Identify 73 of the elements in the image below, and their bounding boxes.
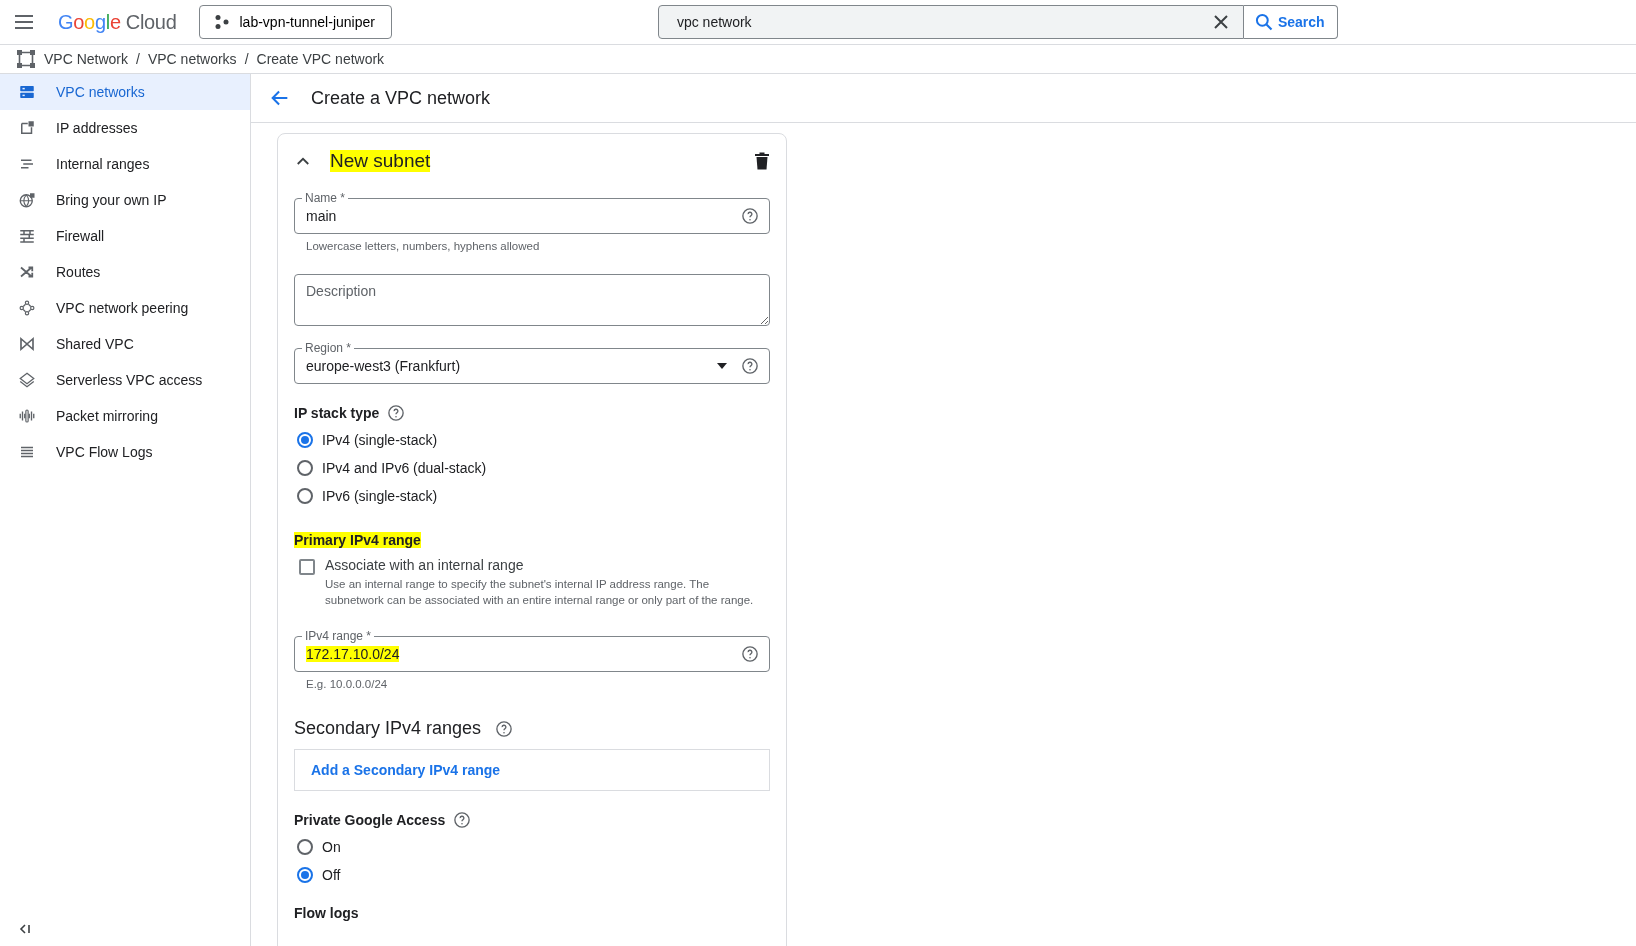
server-stack-icon: [18, 83, 36, 101]
radio-label: IPv6 (single-stack): [322, 488, 438, 504]
section-label: Primary IPv4 range: [294, 532, 421, 548]
signal-bars-icon: [18, 407, 36, 425]
search-input[interactable]: vpc network: [674, 13, 1211, 31]
help-icon[interactable]: [387, 404, 406, 422]
search-icon: [1253, 12, 1274, 32]
subnet-title: New subnet: [330, 150, 431, 172]
logo[interactable]: Google Cloud: [58, 10, 177, 34]
firewall-icon: [18, 227, 36, 245]
sidebar-item[interactable]: Serverless VPC access: [0, 362, 250, 398]
field-hint: E.g. 10.0.0.0/24: [305, 677, 389, 690]
region-dropdown[interactable]: Region * europe-west3 (Frankfurt): [294, 340, 770, 384]
radio-label: On: [322, 839, 341, 855]
help-icon[interactable]: [741, 357, 759, 375]
name-input[interactable]: main: [306, 208, 741, 224]
checkbox-label: Associate with an internal range: [325, 557, 525, 573]
field-label: Name *: [302, 191, 348, 205]
layers-icon: [18, 371, 36, 389]
sidebar-item[interactable]: Internal ranges: [0, 146, 250, 182]
sidebar-item[interactable]: VPC networks: [0, 74, 250, 110]
address-icon: [18, 119, 36, 137]
sidebar-item[interactable]: VPC network peering: [0, 290, 250, 326]
sidebar-item[interactable]: Packet mirroring: [0, 398, 250, 434]
radio-label: IPv4 (single-stack): [322, 432, 438, 448]
add-range-button[interactable]: Add a Secondary IPv4 range: [311, 758, 501, 782]
help-icon[interactable]: [741, 645, 759, 663]
radio-button[interactable]: [297, 867, 313, 883]
radio-button[interactable]: [297, 432, 313, 448]
radio-button[interactable]: [297, 460, 313, 476]
sidebar-item[interactable]: Firewall: [0, 218, 250, 254]
breadcrumb[interactable]: VPC Network: [44, 51, 129, 67]
help-icon[interactable]: [495, 719, 514, 738]
network-icon: [16, 49, 36, 69]
section-heading: Secondary IPv4 ranges: [294, 718, 482, 739]
trash-icon[interactable]: [754, 152, 770, 170]
help-icon[interactable]: [453, 811, 472, 829]
section-label: Flow logs: [294, 905, 359, 921]
sidebar-item[interactable]: Shared VPC: [0, 326, 250, 362]
sidebar-item[interactable]: Bring your own IP: [0, 182, 250, 218]
radio-button[interactable]: [297, 488, 313, 504]
name-field[interactable]: Name * main: [294, 190, 770, 234]
checkbox-description: Use an internal range to specify the subnet's internal IP address range. The subnetwork can be associated with an entire internal range or only part of the range.: [325, 577, 755, 608]
sidebar-item[interactable]: IP addresses: [0, 110, 250, 146]
radio-label: IPv4 and IPv6 (dual-stack): [322, 460, 487, 476]
nodes-icon: [213, 14, 230, 30]
field-label: Region *: [302, 341, 355, 355]
radio-button[interactable]: [297, 839, 313, 855]
breadcrumb[interactable]: VPC networks: [147, 51, 237, 67]
project-selector[interactable]: lab-vpn-tunnel-juniper: [198, 5, 392, 39]
bowtie-icon: [18, 335, 36, 353]
field-label: IPv4 range *: [302, 629, 375, 643]
breadcrumb-separator: /: [136, 51, 140, 67]
breadcrumb-separator: /: [244, 51, 249, 67]
radio-label: Off: [322, 867, 341, 883]
description-field[interactable]: Description: [294, 274, 770, 326]
section-label: IP stack type: [294, 405, 380, 421]
ipv4-range-field[interactable]: IPv4 range * 172.17.10.0/24: [294, 628, 770, 672]
field-value: 172.17.10.0/24: [306, 646, 400, 662]
search-field[interactable]: vpc network: [657, 5, 1244, 39]
peering-icon: [18, 299, 36, 317]
checkbox[interactable]: [299, 559, 315, 575]
sidebar-item[interactable]: VPC Flow Logs: [0, 434, 250, 470]
sidebar-item[interactable]: Routes: [0, 254, 250, 290]
caret-icon: [717, 363, 727, 369]
page-title: Create a VPC network: [311, 87, 491, 109]
help-icon[interactable]: [741, 207, 759, 225]
globe-icon: [18, 191, 36, 209]
field-hint: Lowercase letters, numbers, hyphens allowed: [305, 239, 541, 252]
collapse-icon[interactable]: [18, 922, 32, 936]
breadcrumb[interactable]: Create VPC network: [256, 51, 385, 67]
section-label: Private Google Access: [294, 812, 446, 828]
search-button[interactable]: Search: [1243, 5, 1338, 39]
